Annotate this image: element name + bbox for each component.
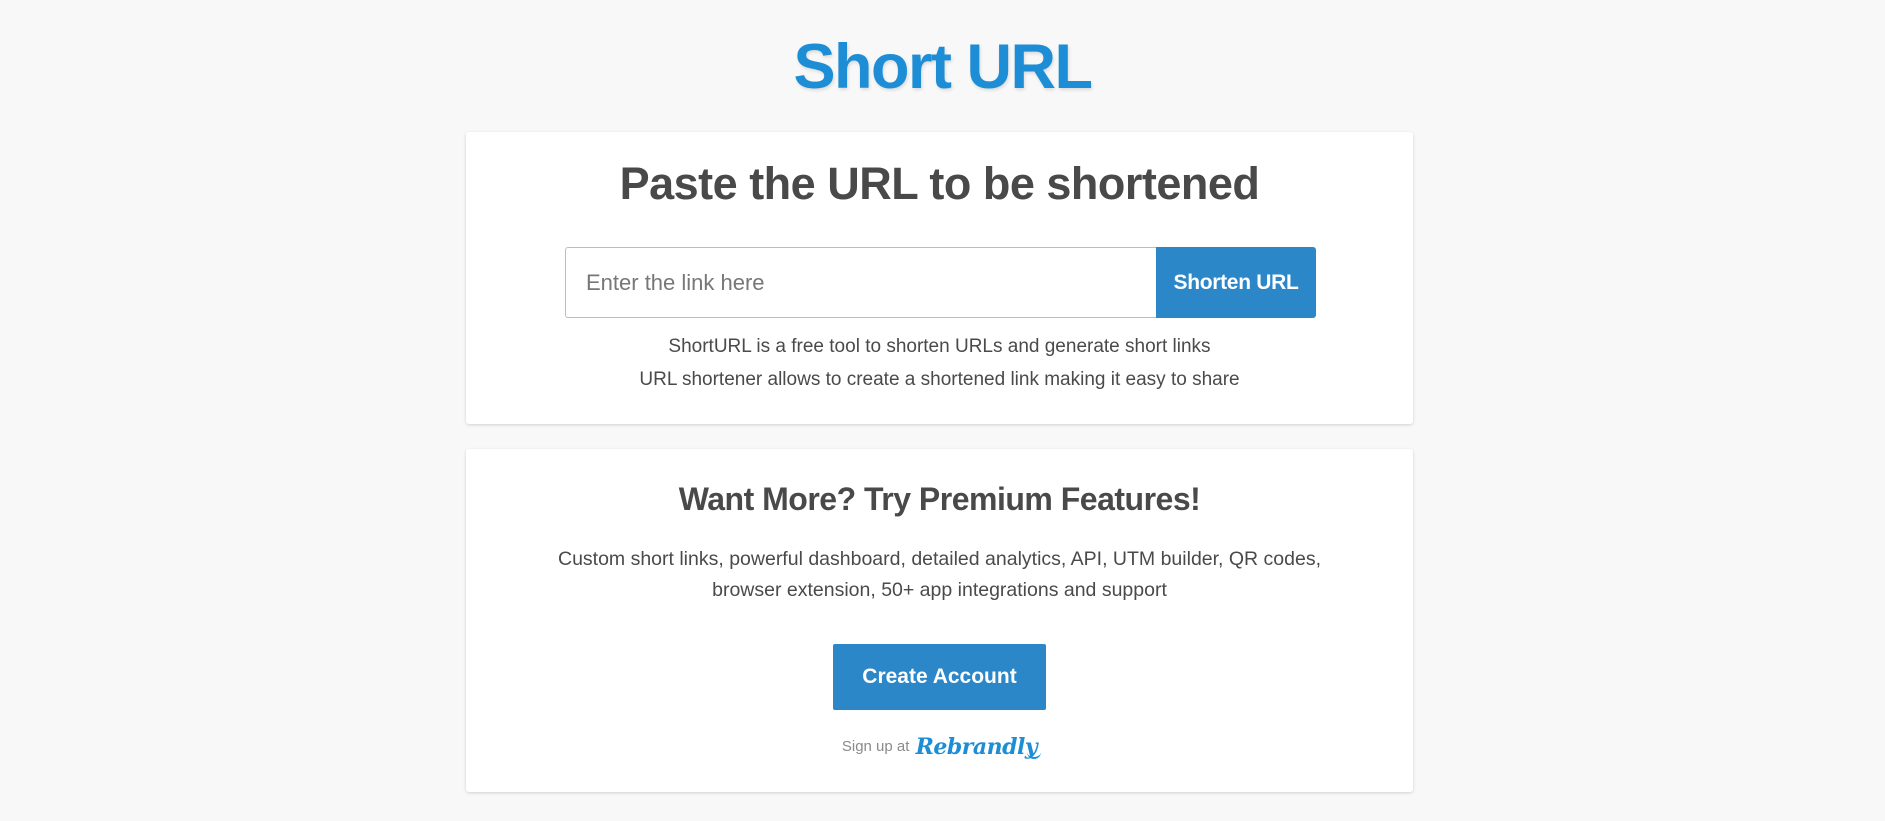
- shorten-info: ShortURL is a free tool to shorten URLs …: [466, 330, 1413, 396]
- premium-description-line: browser extension, 50+ app integrations …: [712, 579, 1167, 601]
- premium-description-line: Custom short links, powerful dashboard, …: [557, 548, 1322, 570]
- signup-line: Sign up at Rebrandly: [466, 732, 1413, 762]
- signup-prefix: Sign up at: [841, 738, 910, 756]
- shorten-url-button[interactable]: Shorten URL: [1156, 247, 1316, 318]
- premium-card: Want More? Try Premium Features! Custom …: [466, 449, 1413, 792]
- shorten-card: Paste the URL to be shortened Shorten UR…: [466, 132, 1413, 424]
- premium-heading: Want More? Try Premium Features!: [678, 481, 1201, 517]
- create-account-button[interactable]: Create Account: [833, 644, 1046, 710]
- shorten-heading: Paste the URL to be shortened: [619, 158, 1260, 209]
- shorten-form: Shorten URL: [565, 247, 1316, 318]
- info-line: ShortURL is a free tool to shorten URLs …: [668, 336, 1211, 357]
- site-title: Short URL: [793, 32, 1093, 102]
- info-line: URL shortener allows to create a shorten…: [639, 369, 1240, 390]
- rebrandly-logo-link[interactable]: Rebrandly: [916, 734, 1038, 760]
- url-input[interactable]: [565, 247, 1156, 318]
- premium-description: Custom short links, powerful dashboard, …: [536, 544, 1343, 606]
